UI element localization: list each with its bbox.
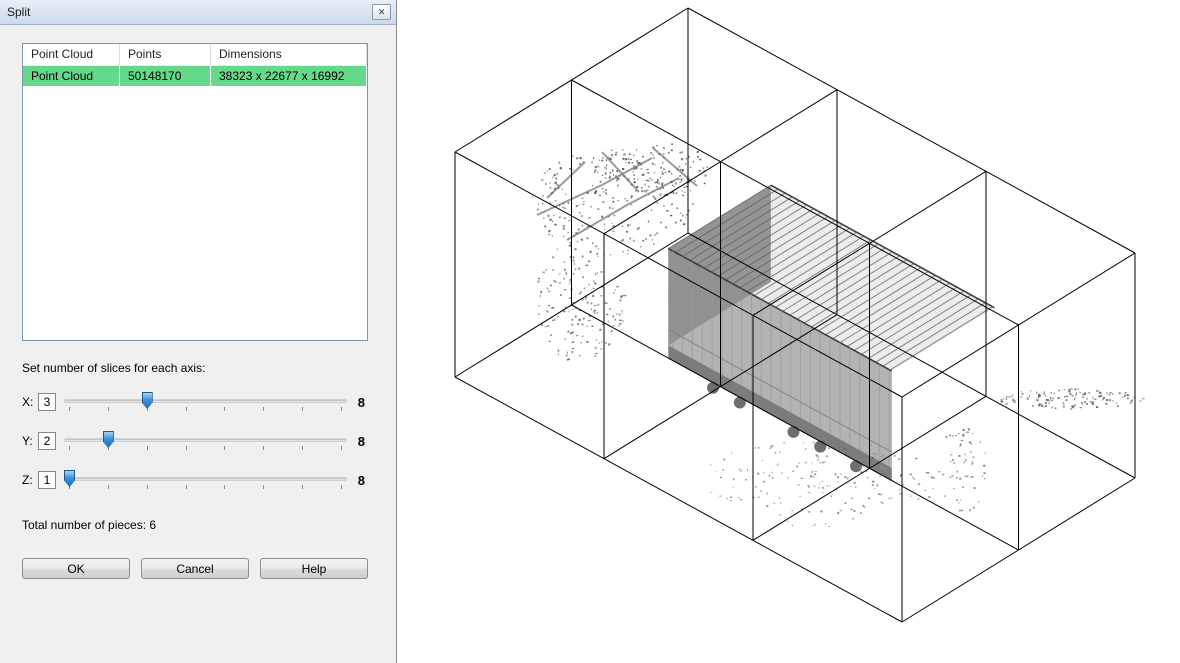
table-body: Point Cloud5014817038323 x 22677 x 16992 (23, 66, 367, 86)
slider-tick (302, 446, 303, 450)
axis-label-z: Z: (22, 473, 38, 487)
x-slider[interactable] (64, 390, 347, 414)
slider-tick (341, 446, 342, 450)
close-button[interactable]: ✕ (372, 4, 391, 20)
slider-tick (263, 446, 264, 450)
slices-instruction: Set number of slices for each axis: (22, 361, 369, 375)
slider-row-x: X:3 8 (22, 390, 369, 414)
slider-tick (224, 446, 225, 450)
slider-tick (108, 485, 109, 489)
slider-tick (224, 485, 225, 489)
y-slider[interactable] (64, 429, 347, 453)
column-header-dimensions[interactable]: Dimensions (211, 44, 367, 66)
table-row[interactable]: Point Cloud5014817038323 x 22677 x 16992 (23, 66, 367, 86)
point-cloud-table[interactable]: Point CloudPointsDimensions Point Cloud5… (22, 43, 368, 341)
dialog-body: Point CloudPointsDimensions Point Cloud5… (0, 25, 396, 579)
dialog-buttons: OK Cancel Help (22, 558, 369, 579)
slider-row-y: Y:2 8 (22, 429, 369, 453)
dialog-titlebar[interactable]: Split ✕ (0, 0, 396, 25)
slider-tick (108, 407, 109, 411)
x-slices-value[interactable]: 3 (38, 393, 56, 411)
slider-tick (186, 407, 187, 411)
slider-tick (302, 407, 303, 411)
slider-tick (341, 407, 342, 411)
x-slider-thumb[interactable] (142, 392, 153, 409)
dialog-title: Split (7, 5, 372, 19)
slider-tick (69, 407, 70, 411)
slider-max-label: 8 (353, 473, 365, 488)
slider-tick (147, 446, 148, 450)
y-slices-value[interactable]: 2 (38, 432, 56, 450)
slider-tick (341, 485, 342, 489)
table-header-row: Point CloudPointsDimensions (23, 44, 367, 66)
close-icon: ✕ (378, 8, 386, 17)
column-header-point-cloud[interactable]: Point Cloud (23, 44, 120, 66)
slider-tick (186, 485, 187, 489)
slider-track[interactable] (64, 477, 347, 481)
split-dialog: Split ✕ Point CloudPointsDimensions Poin… (0, 0, 397, 663)
total-pieces-label: Total number of pieces: 6 (22, 518, 369, 532)
slider-max-label: 8 (353, 395, 365, 410)
table-cell: Point Cloud (23, 66, 120, 86)
z-slider-thumb[interactable] (64, 470, 75, 487)
axis-label-y: Y: (22, 434, 38, 448)
help-button[interactable]: Help (260, 558, 368, 579)
cancel-button[interactable]: Cancel (141, 558, 249, 579)
3d-viewport[interactable] (397, 0, 1180, 663)
axis-label-x: X: (22, 395, 38, 409)
z-slices-value[interactable]: 1 (38, 471, 56, 489)
slider-tick (186, 446, 187, 450)
application-window: Split ✕ Point CloudPointsDimensions Poin… (0, 0, 1180, 663)
slider-tick (302, 485, 303, 489)
slider-row-z: Z:1 8 (22, 468, 369, 492)
slider-track[interactable] (64, 399, 347, 403)
sliders-group: X:3 8 Y:2 8 Z:1 8 (22, 390, 369, 492)
table-cell: 50148170 (120, 66, 211, 86)
z-slider[interactable] (64, 468, 347, 492)
table-cell: 38323 x 22677 x 16992 (211, 66, 367, 86)
y-slider-thumb[interactable] (103, 431, 114, 448)
slider-tick (263, 485, 264, 489)
slider-tick (147, 485, 148, 489)
slider-max-label: 8 (353, 434, 365, 449)
ok-button[interactable]: OK (22, 558, 130, 579)
scene-canvas (397, 0, 1180, 663)
slider-tick (224, 407, 225, 411)
slider-tick (69, 446, 70, 450)
column-header-points[interactable]: Points (120, 44, 211, 66)
slider-tick (263, 407, 264, 411)
